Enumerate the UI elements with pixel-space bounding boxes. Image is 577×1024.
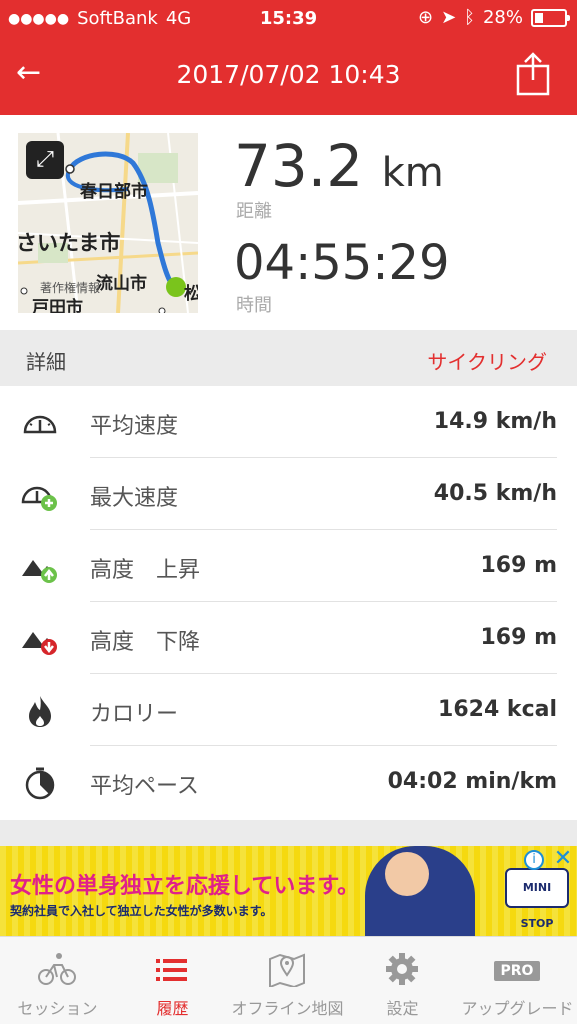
location-icon: ➤	[441, 7, 457, 28]
row-value: 40.5 km/h	[433, 481, 557, 506]
distance-number: 73.2	[234, 132, 364, 200]
map-copyright[interactable]: 著作権情報	[40, 279, 100, 296]
orientation-lock-icon: ⊕	[417, 7, 434, 28]
battery-icon	[531, 8, 570, 27]
row-value: 169 m	[480, 625, 557, 650]
distance-label: 距離	[236, 201, 272, 222]
route-map[interactable]: ⤢ 春日部市 さいたま市 流山市 戸田市 松 著作権情報	[18, 133, 198, 313]
row-label: 最大速度	[90, 486, 179, 511]
list-icon	[156, 959, 187, 981]
tab-label: 設定	[386, 999, 419, 1018]
gear-icon	[386, 953, 418, 985]
map-label: 流山市	[96, 274, 147, 294]
tab-history[interactable]: 履歴	[115, 937, 230, 1024]
info-icon[interactable]: i	[524, 850, 544, 870]
cyclist-icon	[38, 953, 76, 985]
page-title: 2017/07/02 10:43	[176, 60, 401, 89]
share-icon[interactable]	[515, 52, 551, 96]
row-label: カロリー	[90, 702, 179, 727]
ad-banner[interactable]: 女性の単身独立を応援しています。 契約社員で入社して独立した女性が多数います。 …	[0, 846, 577, 936]
map-label: 松	[184, 284, 198, 304]
row-label: 平均ペース	[90, 774, 199, 799]
list-item: カロリー 1624 kcal	[0, 674, 577, 746]
mountain-up-icon	[22, 560, 57, 583]
duration-label: 時間	[236, 295, 272, 316]
row-value: 169 m	[480, 553, 557, 578]
list-item: 高度 下降 169 m	[0, 602, 577, 674]
map-label: 戸田市	[32, 298, 83, 313]
details-list: 平均速度 14.9 km/h 最大速度 40.5 km/h 高度 上昇 169 …	[0, 386, 577, 818]
section-spacer	[0, 820, 577, 846]
session-summary: ⤢ 春日部市 さいたま市 流山市 戸田市 松 著作権情報 73.2 km 距離 …	[0, 115, 577, 330]
map-label: 春日部市	[80, 182, 148, 202]
tab-label: アップグレード	[461, 999, 574, 1018]
map-pin-icon	[269, 953, 305, 987]
row-value: 14.9 km/h	[433, 409, 557, 434]
tab-bar: セッション 履歴 オフライン地図 設定 PRO アップグレード	[0, 936, 577, 1024]
tab-session[interactable]: セッション	[0, 937, 115, 1024]
distance-value: 73.2 km	[234, 137, 444, 195]
tab-offline-map[interactable]: オフライン地図	[230, 937, 345, 1024]
ad-person-face	[385, 852, 429, 896]
speedometer-icon	[23, 415, 57, 434]
bluetooth-icon: ᛒ	[464, 7, 475, 28]
list-item: 平均速度 14.9 km/h	[0, 386, 577, 458]
distance-unit: km	[381, 150, 444, 196]
tab-label: オフライン地図	[231, 999, 344, 1018]
ad-subtext: 契約社員で入社して独立した女性が多数います。	[10, 904, 273, 918]
tab-upgrade[interactable]: PRO アップグレード	[460, 937, 575, 1024]
row-value: 04:02 min/km	[387, 769, 557, 794]
list-item: 平均ペース 04:02 min/km	[0, 746, 577, 818]
mountain-down-icon	[22, 632, 57, 655]
row-label: 高度 上昇	[90, 558, 201, 583]
battery-percent: 28%	[482, 7, 523, 28]
expand-icon[interactable]: ⤢	[26, 141, 64, 179]
row-value: 1624 kcal	[438, 697, 557, 722]
flame-icon	[29, 696, 51, 727]
tab-label: 履歴	[156, 999, 189, 1018]
header: ●●●●● SoftBank 4G 15:39 ⊕ ➤ ᛒ 28% ← 2017…	[0, 0, 577, 115]
duration-value: 04:55:29	[234, 235, 450, 291]
details-title: 詳細	[26, 350, 66, 374]
tab-label: セッション	[17, 999, 98, 1018]
nav-bar: ← 2017/07/02 10:43	[0, 38, 577, 115]
close-icon[interactable]: ✕	[552, 848, 574, 870]
list-item: 高度 上昇 169 m	[0, 530, 577, 602]
row-label: 平均速度	[90, 414, 179, 439]
pro-icon: PRO	[494, 961, 540, 981]
list-item: 最大速度 40.5 km/h	[0, 458, 577, 530]
tab-settings[interactable]: 設定	[345, 937, 460, 1024]
row-label: 高度 下降	[90, 630, 201, 655]
activity-type[interactable]: サイクリング	[427, 346, 547, 375]
stopwatch-icon	[25, 767, 55, 800]
ad-headline: 女性の単身独立を応援しています。	[10, 874, 360, 899]
details-header: 詳細 サイクリング	[0, 330, 577, 386]
status-bar: ●●●●● SoftBank 4G 15:39 ⊕ ➤ ᛒ 28%	[0, 0, 577, 38]
speedometer-plus-icon	[21, 486, 57, 511]
map-label: さいたま市	[18, 231, 121, 255]
ad-logo: MINI STOP	[505, 868, 569, 930]
